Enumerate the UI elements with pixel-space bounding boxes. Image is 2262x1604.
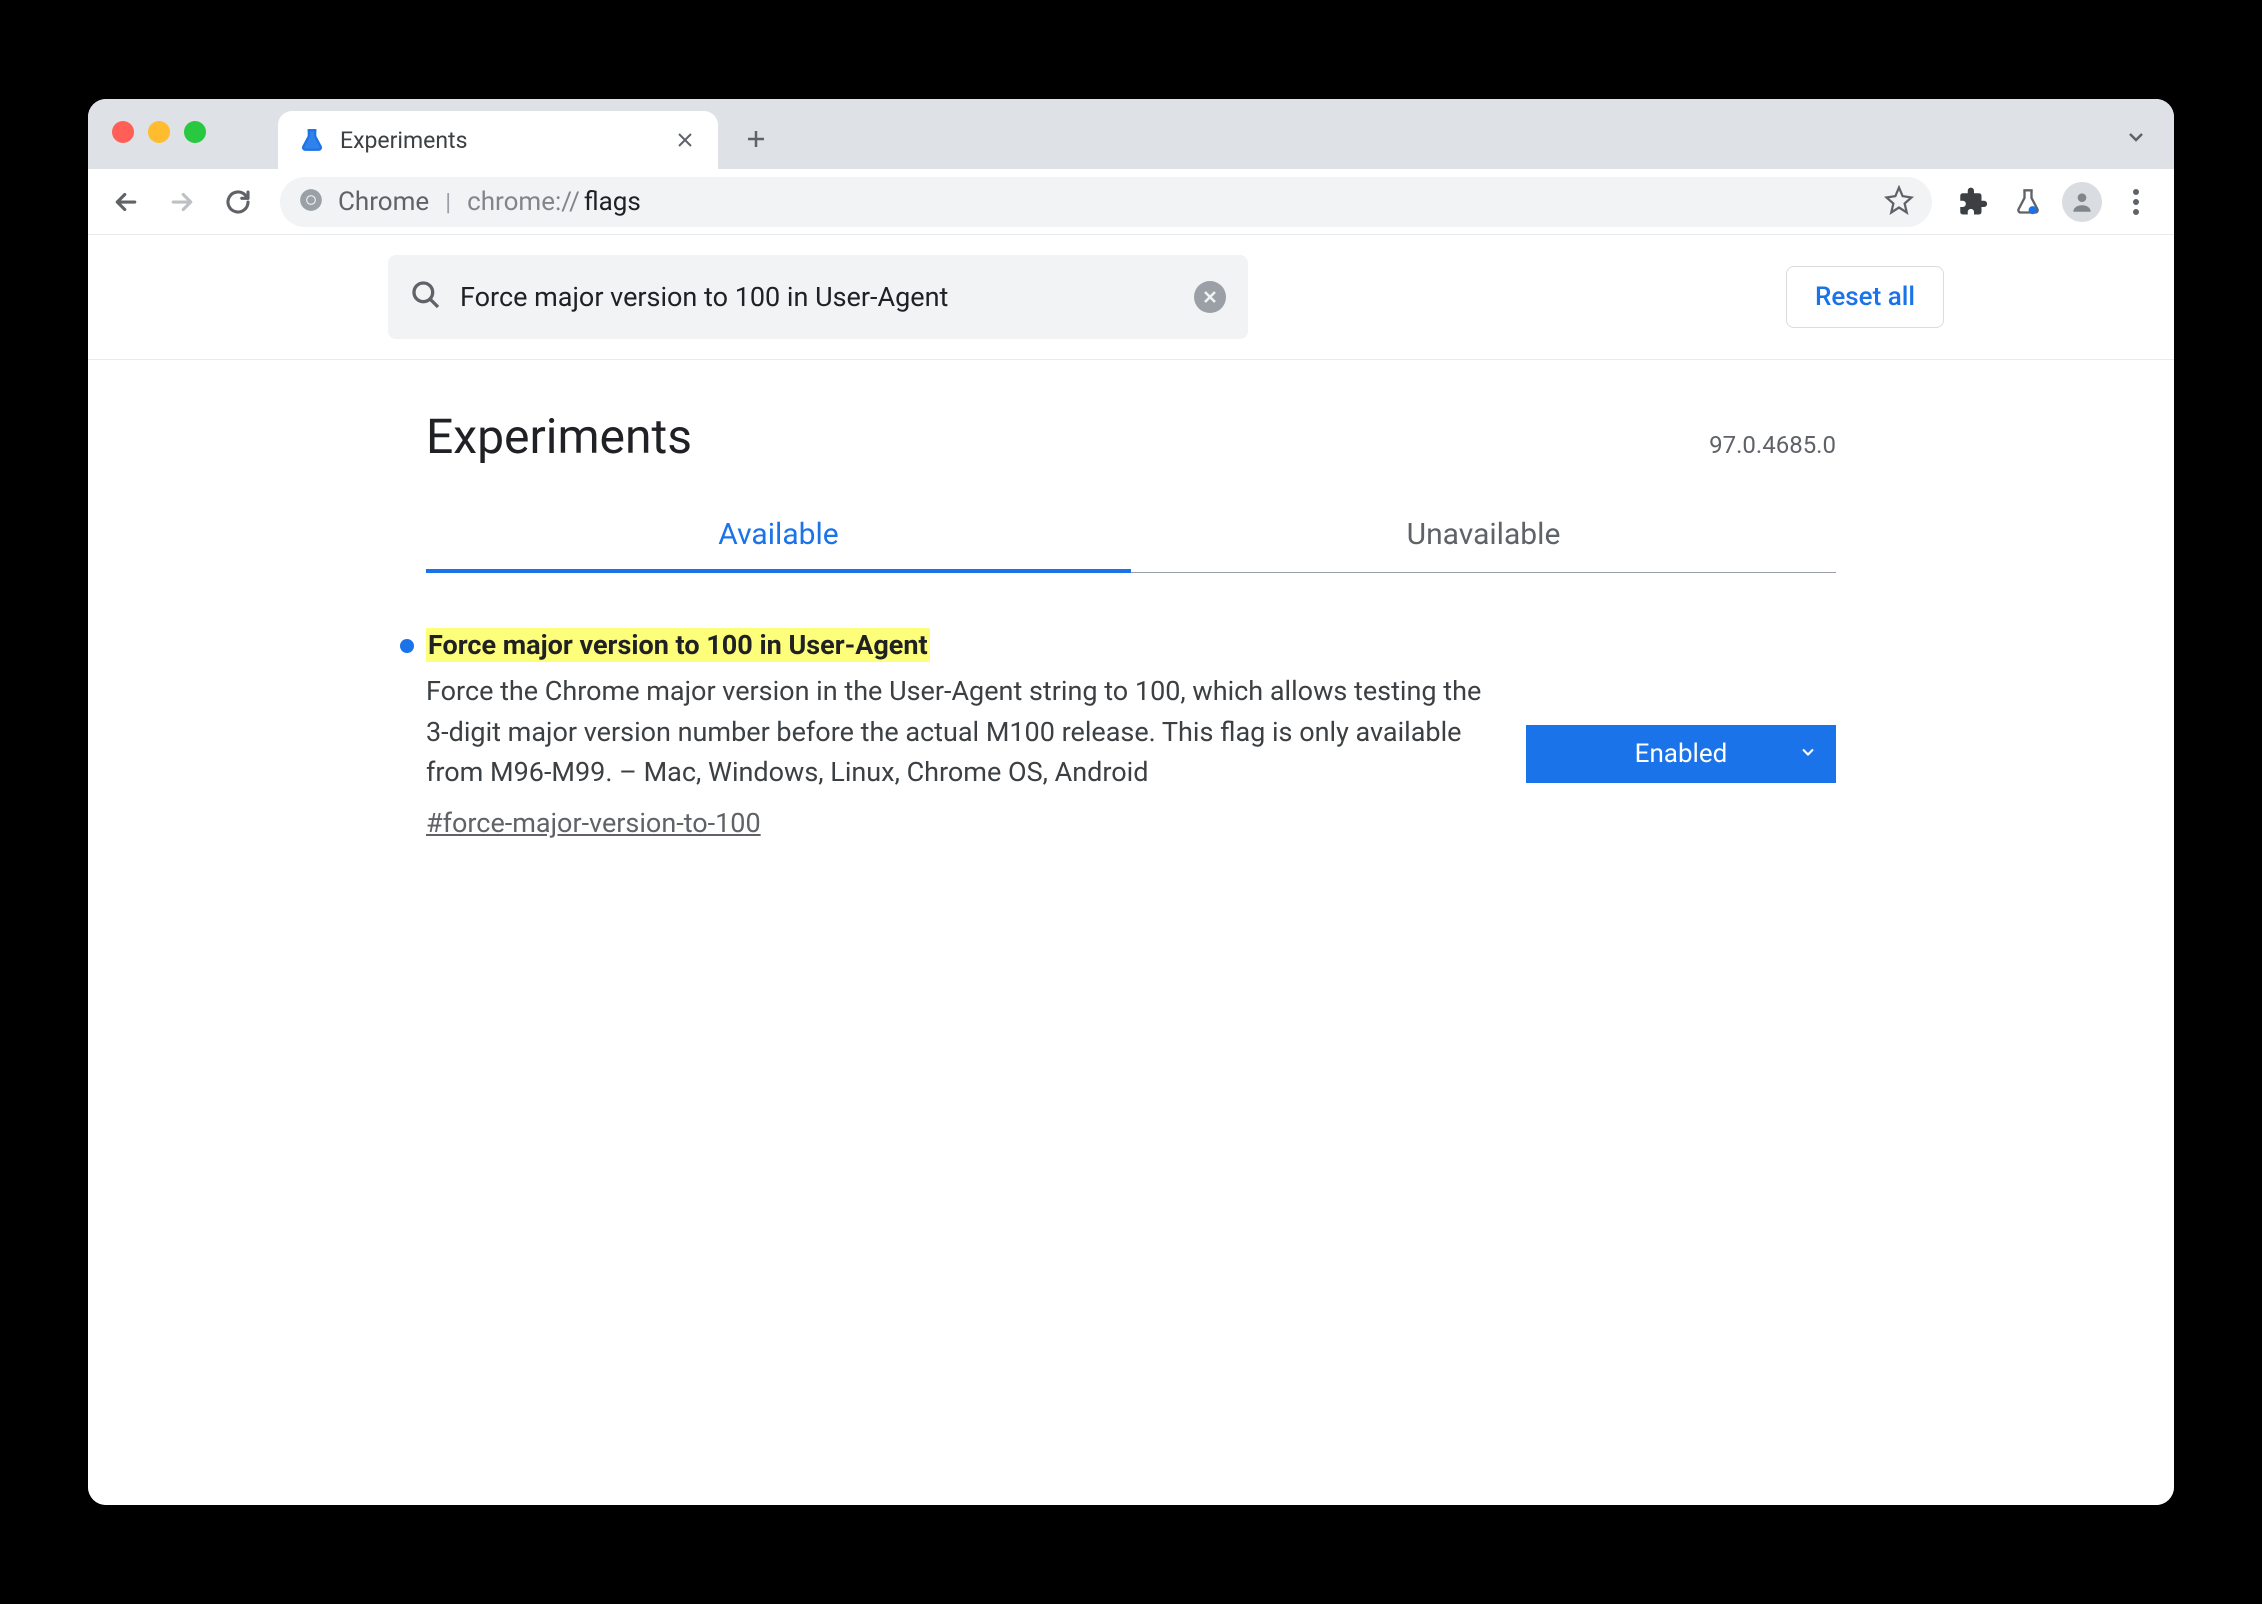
version-label: 97.0.4685.0: [1709, 431, 1836, 459]
address-bar-text: Chrome | chrome://flags: [338, 187, 641, 217]
content-area: Experiments 97.0.4685.0 Available Unavai…: [406, 360, 1856, 839]
page-header: Experiments 97.0.4685.0: [426, 360, 1836, 497]
toolbar: Chrome | chrome://flags: [88, 169, 2174, 235]
chrome-menu-button[interactable]: [2112, 178, 2160, 226]
address-bar[interactable]: Chrome | chrome://flags: [280, 177, 1932, 227]
chrome-icon: [298, 187, 324, 217]
browser-window: Experiments Chr: [88, 99, 2174, 1505]
close-window-button[interactable]: [112, 121, 134, 143]
bookmark-star-icon[interactable]: [1884, 185, 1914, 219]
flag-title: Force major version to 100 in User-Agent: [426, 628, 930, 662]
chevron-down-icon: [1798, 739, 1818, 769]
flag-state-select[interactable]: Enabled: [1526, 725, 1836, 783]
search-row: Force major version to 100 in User-Agent…: [88, 235, 2174, 360]
browser-tab[interactable]: Experiments: [278, 111, 718, 169]
forward-button[interactable]: [158, 178, 206, 226]
flask-icon: [298, 126, 326, 154]
maximize-window-button[interactable]: [184, 121, 206, 143]
toolbar-actions: [1950, 178, 2160, 226]
page-title: Experiments: [426, 408, 692, 465]
tabs-row: Available Unavailable: [426, 497, 1836, 573]
window-controls: [112, 121, 206, 143]
extensions-button[interactable]: [1950, 178, 1998, 226]
profile-button[interactable]: [2058, 178, 2106, 226]
close-tab-button[interactable]: [672, 127, 698, 153]
flag-details: Force major version to 100 in User-Agent…: [426, 629, 1496, 839]
tab-unavailable[interactable]: Unavailable: [1131, 497, 1836, 572]
flag-description: Force the Chrome major version in the Us…: [426, 671, 1496, 793]
back-button[interactable]: [102, 178, 150, 226]
tab-search-button[interactable]: [2120, 121, 2152, 153]
titlebar: Experiments: [88, 99, 2174, 169]
tab-title: Experiments: [340, 127, 658, 154]
search-value: Force major version to 100 in User-Agent: [460, 281, 1176, 313]
reset-all-button[interactable]: Reset all: [1786, 266, 1944, 328]
flag-item: Force major version to 100 in User-Agent…: [426, 573, 1836, 839]
modified-indicator-icon: [400, 639, 414, 653]
tabs-strip: Experiments: [278, 99, 780, 169]
minimize-window-button[interactable]: [148, 121, 170, 143]
labs-button[interactable]: [2004, 178, 2052, 226]
clear-search-button[interactable]: [1194, 281, 1226, 313]
search-icon: [410, 279, 442, 315]
new-tab-button[interactable]: [732, 115, 780, 163]
page-content: Force major version to 100 in User-Agent…: [88, 235, 2174, 1505]
reload-button[interactable]: [214, 178, 262, 226]
tab-available[interactable]: Available: [426, 497, 1131, 572]
avatar-icon: [2062, 182, 2102, 222]
flag-permalink[interactable]: #force-major-version-to-100: [426, 807, 761, 839]
search-input[interactable]: Force major version to 100 in User-Agent: [388, 255, 1248, 339]
